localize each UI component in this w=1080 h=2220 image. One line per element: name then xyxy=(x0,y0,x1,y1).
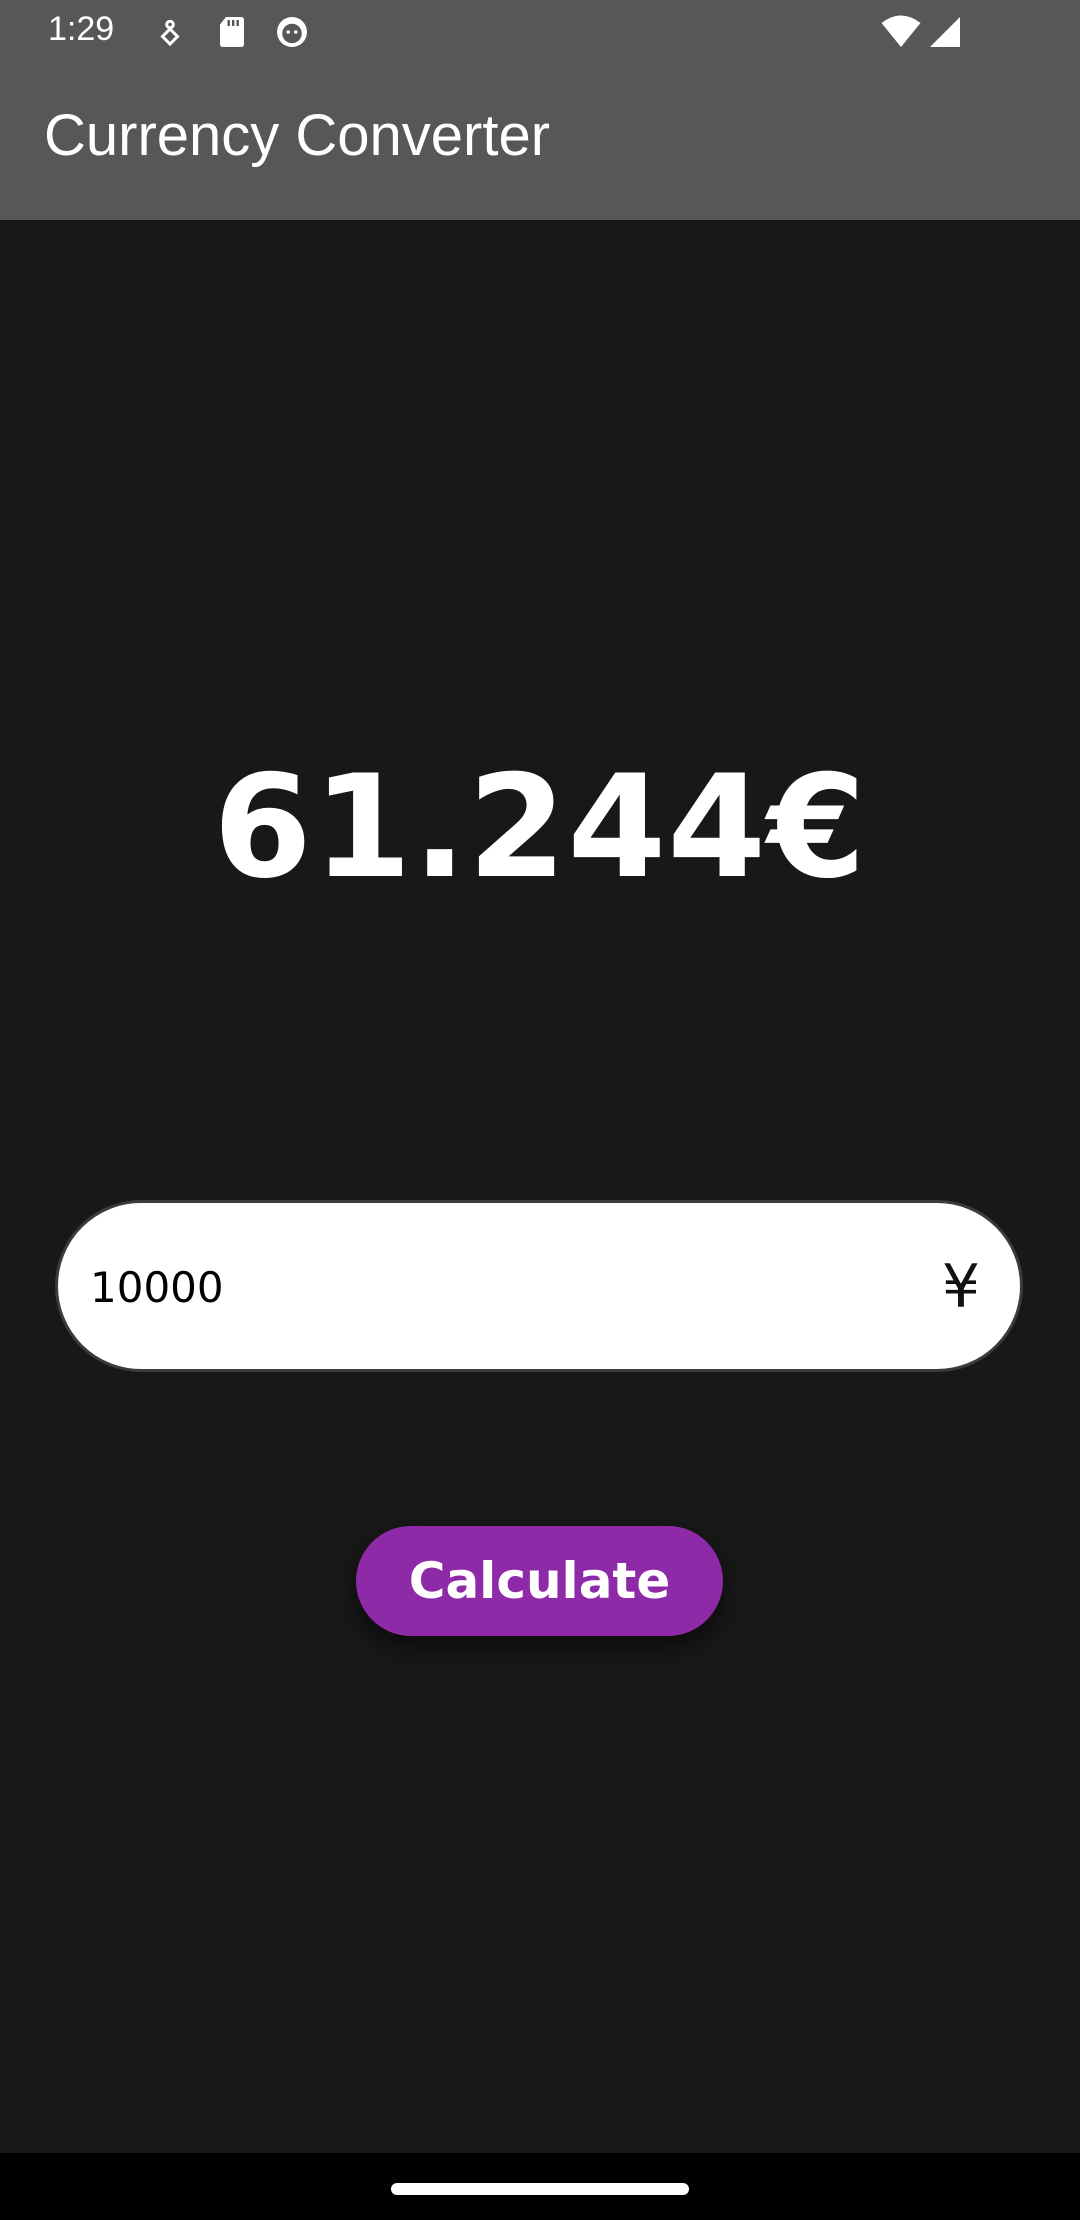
status-bar: 1:29 xyxy=(0,0,1080,64)
status-time: 1:29 xyxy=(48,10,115,48)
converted-result: 61.244€ xyxy=(213,745,867,910)
app-bar: Currency Converter xyxy=(0,64,1080,220)
signal-icon xyxy=(926,14,964,50)
yen-currency-icon: ¥ xyxy=(941,1252,980,1322)
wifi-icon xyxy=(880,14,922,50)
screen: 1:29 Currency Converter 61.244€ 10000 ¥ … xyxy=(0,0,1080,2220)
app-title: Currency Converter xyxy=(44,103,551,168)
calculate-button[interactable]: Calculate xyxy=(356,1526,723,1636)
debug-icon xyxy=(152,14,188,50)
amount-field[interactable]: ¥ xyxy=(55,1200,1023,1372)
sd-card-icon xyxy=(214,14,250,50)
cat-icon xyxy=(274,14,310,50)
navigation-bar xyxy=(0,2153,1080,2220)
amount-input[interactable] xyxy=(90,1249,890,1325)
home-indicator[interactable] xyxy=(391,2183,689,2195)
